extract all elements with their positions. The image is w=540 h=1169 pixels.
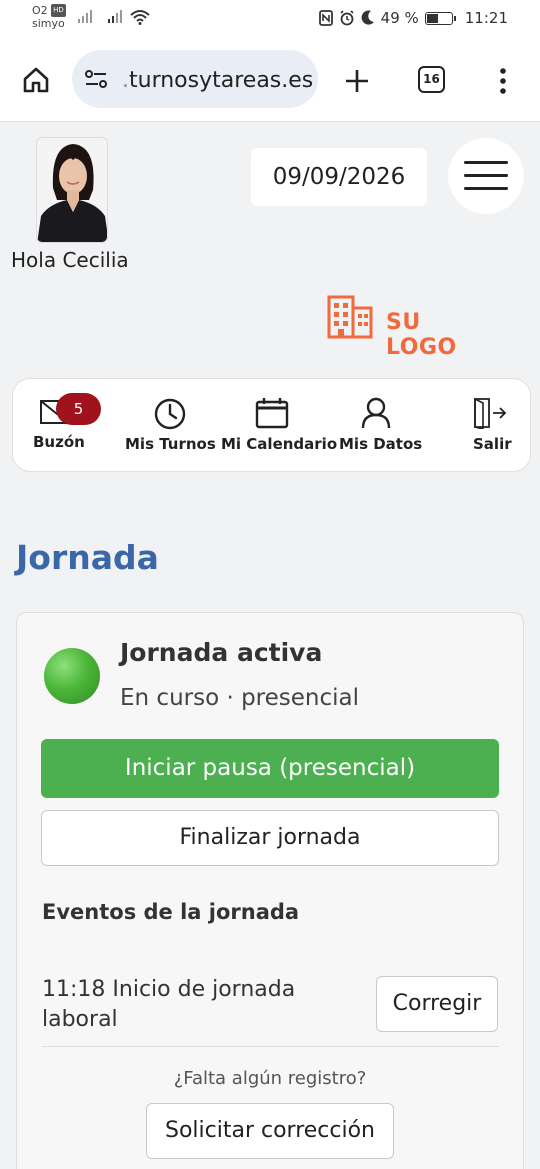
battery-icon xyxy=(424,11,456,25)
nav-label-mis-turnos: Mis Turnos xyxy=(125,435,216,453)
battery-percent: 49 % xyxy=(380,9,419,27)
new-tab-icon[interactable] xyxy=(344,68,370,94)
nav-item-mi-calendario[interactable]: Mi Calendario xyxy=(221,379,337,473)
tab-switcher[interactable]: 16 xyxy=(418,66,445,93)
jornada-status-title: Jornada activa xyxy=(120,638,323,667)
avatar xyxy=(36,137,108,243)
nav-label-mi-calendario: Mi Calendario xyxy=(221,435,338,453)
events-heading: Eventos de la jornada xyxy=(42,900,300,924)
divider xyxy=(42,1046,499,1047)
alarm-icon xyxy=(340,10,354,26)
logout-icon xyxy=(474,397,507,429)
url-prefix: . xyxy=(122,68,129,93)
correct-event-button[interactable]: Corregir xyxy=(376,976,498,1032)
moon-icon xyxy=(361,10,374,25)
home-icon[interactable] xyxy=(22,66,50,94)
request-correction-button[interactable]: Solicitar corrección xyxy=(146,1103,394,1159)
signal-icon xyxy=(108,9,122,23)
current-date: 09/09/2026 xyxy=(251,148,427,206)
nav-label-buzon: Buzón xyxy=(33,433,85,451)
url-domain: turnosytareas.es xyxy=(129,68,314,93)
company-logo: SU LOGO xyxy=(326,294,498,360)
menu-line xyxy=(464,174,508,177)
wifi-icon xyxy=(130,10,150,25)
url-text[interactable]: .turnosytareas.es xyxy=(122,68,313,93)
nfc-icon xyxy=(318,10,333,26)
logo-text: SU LOGO xyxy=(386,310,457,360)
nav-item-salir[interactable]: Salir xyxy=(461,379,523,473)
signal-icon xyxy=(78,9,92,23)
page-title: Jornada xyxy=(16,538,159,577)
main-nav: Buzón Mis Turnos Mi Calendario Mis Datos… xyxy=(12,378,531,472)
event-entry: 11:18 Inicio de jornada laboral xyxy=(42,977,296,1032)
hamburger-menu-button[interactable] xyxy=(448,138,524,214)
carrier-badge: O2 xyxy=(32,4,48,17)
url-bar[interactable]: .turnosytareas.es xyxy=(72,50,318,108)
menu-line xyxy=(464,187,508,190)
greeting-text: Hola Cecilia xyxy=(11,248,129,272)
start-break-button[interactable]: Iniciar pausa (presencial) xyxy=(41,739,499,798)
nav-label-salir: Salir xyxy=(473,435,512,453)
more-options-icon[interactable] xyxy=(498,67,508,95)
avatar-photo xyxy=(37,138,107,242)
status-right: 49 % 11:21 xyxy=(318,9,508,27)
calendar-icon xyxy=(255,398,289,429)
hd-badge: HD xyxy=(51,4,66,17)
browser-toolbar: .turnosytareas.es 16 xyxy=(0,38,540,122)
missing-record-text: ¿Falta algún registro? xyxy=(173,1068,367,1089)
clock-icon xyxy=(154,398,186,430)
site-settings-icon[interactable] xyxy=(84,69,108,89)
clock-time: 11:21 xyxy=(464,9,508,27)
status-indicator-icon xyxy=(44,648,100,704)
carrier-info: O2 HD simyo xyxy=(32,4,66,30)
nav-label-mis-datos: Mis Datos xyxy=(339,435,423,453)
menu-line xyxy=(464,161,508,164)
nav-item-mis-datos[interactable]: Mis Datos xyxy=(333,379,423,473)
carrier-name: simyo xyxy=(32,17,65,30)
building-icon xyxy=(327,295,373,339)
user-icon xyxy=(361,397,391,429)
unread-count-badge: 5 xyxy=(56,393,101,425)
status-bar: O2 HD simyo 49 % 11:21 xyxy=(0,0,540,38)
jornada-status-subtitle: En curso · presencial xyxy=(120,685,360,711)
end-shift-button[interactable]: Finalizar jornada xyxy=(41,810,499,866)
nav-item-mis-turnos[interactable]: Mis Turnos xyxy=(119,379,219,473)
